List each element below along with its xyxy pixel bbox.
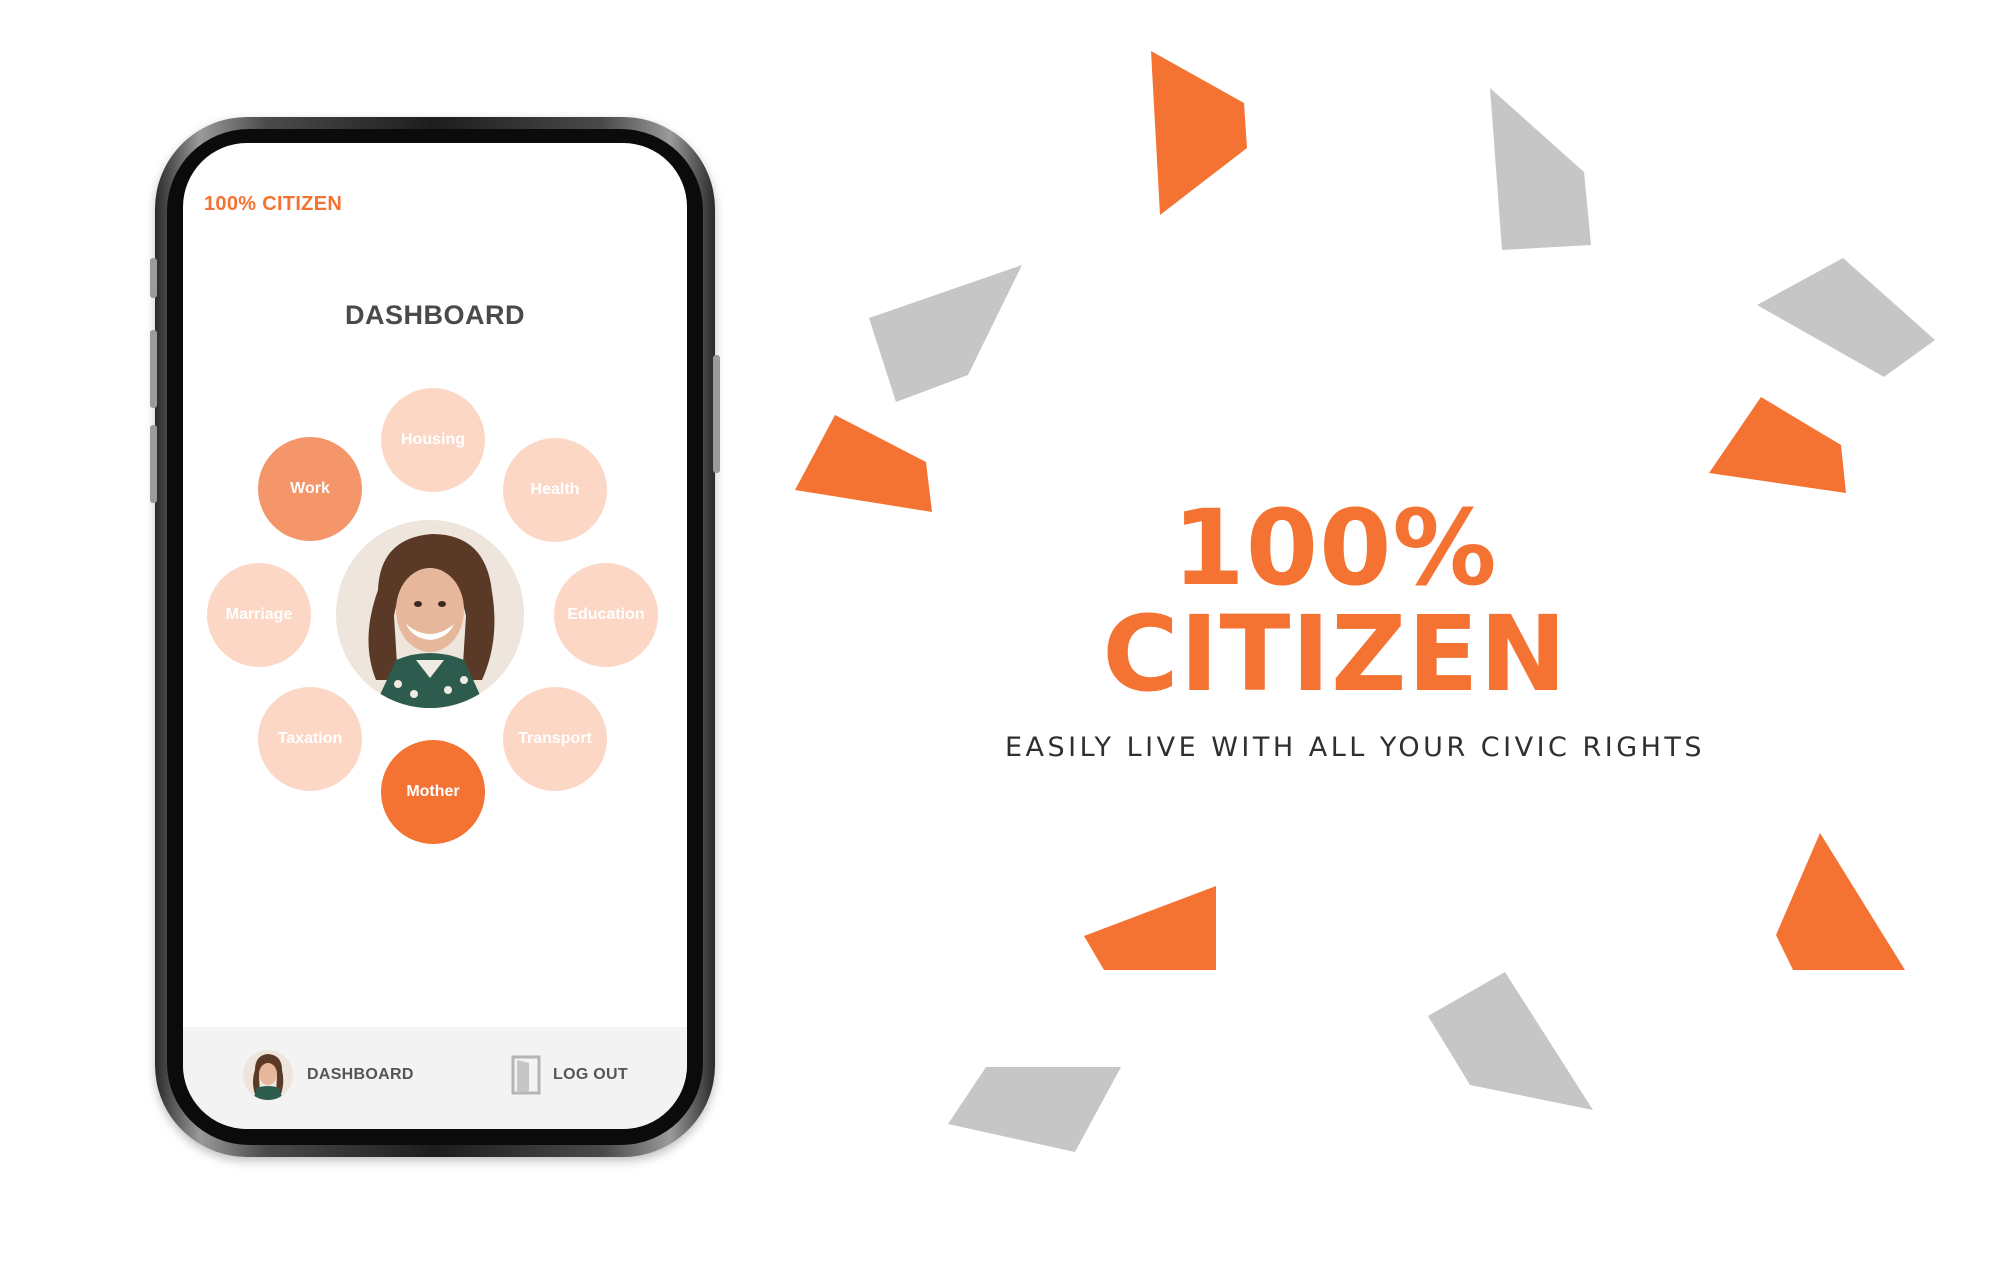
- orange-shard: [795, 415, 932, 512]
- orange-shard: [1151, 51, 1247, 215]
- category-mother[interactable]: Mother: [381, 740, 485, 844]
- phone-side-button: [150, 258, 157, 298]
- page: 100% CITIZEN EASILY LIVE WITH ALL YOUR C…: [0, 0, 2000, 1280]
- phone-side-button: [150, 330, 157, 408]
- phone-side-button: [713, 355, 720, 473]
- hero-title-line1: 100%: [1172, 487, 1498, 609]
- category-work[interactable]: Work: [258, 437, 362, 541]
- hero-tagline: EASILY LIVE WITH ALL YOUR CIVIC RIGHTS: [1004, 732, 1706, 763]
- category-transport[interactable]: Transport: [503, 687, 607, 791]
- avatar-icon: [243, 1050, 293, 1100]
- category-education[interactable]: Education: [554, 563, 658, 667]
- phone-screen: 100% CITIZEN DASHBOARD Housing Health Wo…: [183, 143, 687, 1129]
- category-taxation[interactable]: Taxation: [258, 687, 362, 791]
- app-brand-title: 100% CITIZEN: [204, 193, 343, 215]
- category-label: Mother: [406, 783, 460, 800]
- category-health[interactable]: Health: [503, 438, 607, 542]
- category-label: Marriage: [225, 606, 293, 623]
- bottom-nav-bar: DASHBOARD LOG OUT: [183, 1027, 687, 1129]
- category-label: Education: [567, 606, 645, 623]
- category-label: Health: [530, 481, 580, 498]
- orange-shard: [1709, 397, 1846, 493]
- gray-shard: [948, 1067, 1121, 1152]
- orange-shard: [1776, 833, 1905, 970]
- nav-dashboard-label: DASHBOARD: [307, 1066, 414, 1083]
- category-label: Housing: [401, 431, 465, 448]
- category-label: Work: [290, 480, 330, 497]
- orange-shard: [1084, 886, 1216, 970]
- category-housing[interactable]: Housing: [381, 388, 485, 492]
- gray-shard: [1428, 972, 1593, 1110]
- hero-title-line2: CITIZEN: [1102, 593, 1568, 715]
- category-label: Transport: [518, 730, 592, 747]
- dashboard-heading: DASHBOARD: [345, 300, 525, 330]
- user-photo-icon: [336, 520, 524, 708]
- category-marriage[interactable]: Marriage: [207, 563, 311, 667]
- nav-logout[interactable]: LOG OUT: [511, 1027, 628, 1123]
- category-label: Taxation: [277, 730, 343, 747]
- nav-dashboard[interactable]: DASHBOARD: [243, 1027, 414, 1123]
- gray-shard: [1757, 258, 1935, 377]
- nav-logout-label: LOG OUT: [553, 1066, 628, 1083]
- gray-shard: [1490, 88, 1591, 250]
- phone-side-button: [150, 425, 157, 503]
- gray-shard: [869, 265, 1022, 402]
- profile-photo[interactable]: [336, 520, 524, 708]
- door-icon: [511, 1055, 541, 1095]
